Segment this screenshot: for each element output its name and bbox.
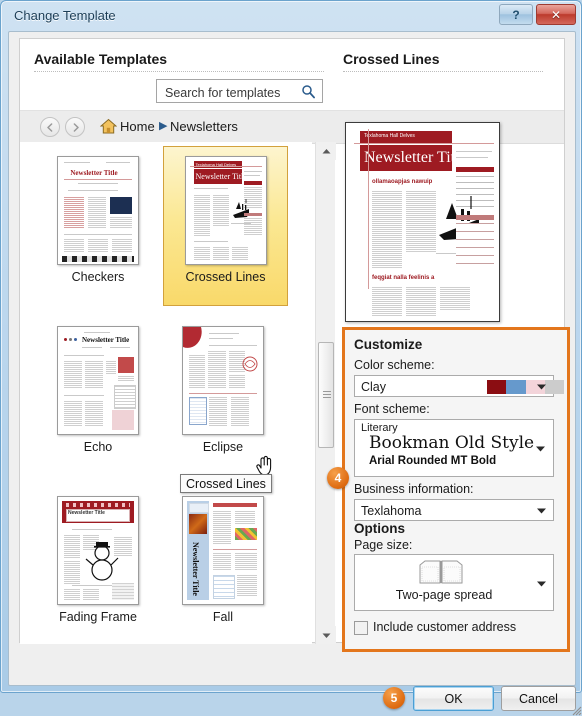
options-title: Options [354,521,405,536]
font-scheme-heading-font: Bookman Old Style [369,433,535,453]
template-thumbnail: Newsletter Title [57,156,139,265]
help-button[interactable]: ? [499,4,533,25]
template-thumbnail: Newsletter Title [182,496,264,605]
chevron-down-icon[interactable] [537,384,546,390]
dialog-client-area: Available Templates Crossed Lines Search… [8,31,582,716]
grip-icon [323,391,331,398]
breadcrumb-home[interactable]: Home [120,119,155,134]
arrow-left-icon [46,122,52,132]
template-name: Echo [83,440,113,454]
font-scheme-body-font: Arial Rounded MT Bold [369,455,497,467]
color-swatch [506,380,526,394]
scroll-up-button[interactable] [316,142,336,160]
template-name: Fading Frame [59,610,137,624]
font-scheme-combobox[interactable]: Literary Bookman Old Style Arial Rounded… [354,419,554,477]
forward-button[interactable] [65,117,85,137]
page-size-label: Page size: [354,538,413,552]
template-tile-checkers[interactable]: Newsletter Title Checkers [38,152,158,292]
left-heading-divider [34,71,324,72]
font-scheme-label: Font scheme: [354,402,430,416]
color-scheme-swatches [487,380,564,394]
chevron-up-icon [322,148,330,153]
close-icon: ✕ [550,7,562,22]
chevron-down-icon[interactable] [536,446,545,452]
template-name: Eclipse [202,440,244,454]
right-heading-divider [343,71,543,72]
change-template-dialog: Change Template ? ✕ Available Templates … [0,0,582,716]
ok-button-label: OK [444,691,463,706]
cancel-button-label: Cancel [519,691,558,706]
color-swatch [487,380,507,394]
scroll-down-button[interactable] [316,626,336,644]
template-preview: Texlahoma Hall Delves Newsletter Title o… [345,122,500,322]
template-thumbnail: Texlahoma Hall Delves Newsletter Title [184,156,267,265]
color-swatch [544,380,564,394]
flourish-icon [242,356,258,372]
include-customer-address-label: Include customer address [373,620,517,634]
preview-title: Newsletter Title [364,149,467,166]
chevron-down-icon [322,633,330,638]
page-size-value: Two-page spread [395,588,493,602]
two-page-spread-icon [419,560,463,584]
selected-template-heading: Crossed Lines [343,51,440,67]
resize-grip[interactable] [570,704,582,716]
preview-masthead: Texlahoma Hall Delves [364,133,415,139]
home-icon[interactable] [100,118,117,135]
cancel-button[interactable]: Cancel [501,686,576,711]
customize-title: Customize [354,337,423,352]
breadcrumb-current[interactable]: Newsletters [170,119,238,134]
chevron-down-icon[interactable] [537,508,546,514]
window-title: Change Template [14,8,116,23]
template-name: Crossed Lines [185,270,266,284]
template-thumbnail: Newsletter Title [57,496,139,605]
template-tile-crossed-lines[interactable]: Texlahoma Hall Delves Newsletter Title C… [163,146,288,306]
color-scheme-combobox[interactable]: Clay [354,375,564,397]
arrow-right-icon [73,122,79,132]
template-tile-eclipse[interactable]: Eclipse [163,322,283,462]
template-name: Checkers [71,270,125,284]
template-tile-echo[interactable]: Newsletter Title Echo [38,322,158,462]
template-tooltip: Crossed Lines [180,474,272,493]
available-templates-heading: Available Templates [34,51,168,67]
template-thumbnail [182,326,264,435]
page-size-combobox[interactable]: Two-page spread [354,554,554,611]
template-scrollbar[interactable] [315,142,336,644]
template-tile-fall[interactable]: Newsletter Title Fall [163,492,283,632]
template-thumbnail: Newsletter Title [57,326,139,435]
title-bar[interactable]: Change Template ? ✕ [1,1,581,31]
include-customer-address-checkbox[interactable] [354,621,368,635]
close-button[interactable]: ✕ [536,4,576,25]
search-box[interactable] [156,79,323,103]
scrollbar-thumb[interactable] [318,342,334,448]
ok-button[interactable]: OK [413,686,494,711]
business-information-combobox[interactable]: Texlahoma [354,499,554,521]
template-grid[interactable]: Newsletter Title Checkers Texlahoma Hall… [20,142,312,644]
customize-panel: Customize Color scheme: Clay Font scheme… [342,327,570,652]
chevron-down-icon[interactable] [537,581,546,587]
color-scheme-label: Color scheme: [354,358,435,372]
callout-badge-4: 4 [327,467,349,489]
search-input[interactable] [163,83,299,102]
color-scheme-value: Clay [361,380,387,394]
search-icon[interactable] [301,84,316,99]
back-button[interactable] [40,117,60,137]
help-icon: ? [512,7,520,22]
business-information-label: Business information: [354,482,474,496]
template-tile-fading-frame[interactable]: Newsletter Title Fading Frame [38,492,158,632]
callout-badge-5: 5 [383,687,405,709]
eclipse-swirl-icon [183,327,202,348]
dialog-content: Available Templates Crossed Lines Search… [19,38,570,652]
business-information-value: Texlahoma [361,504,422,518]
template-name: Fall [212,610,234,624]
breadcrumb-separator: ▶ [159,120,168,132]
